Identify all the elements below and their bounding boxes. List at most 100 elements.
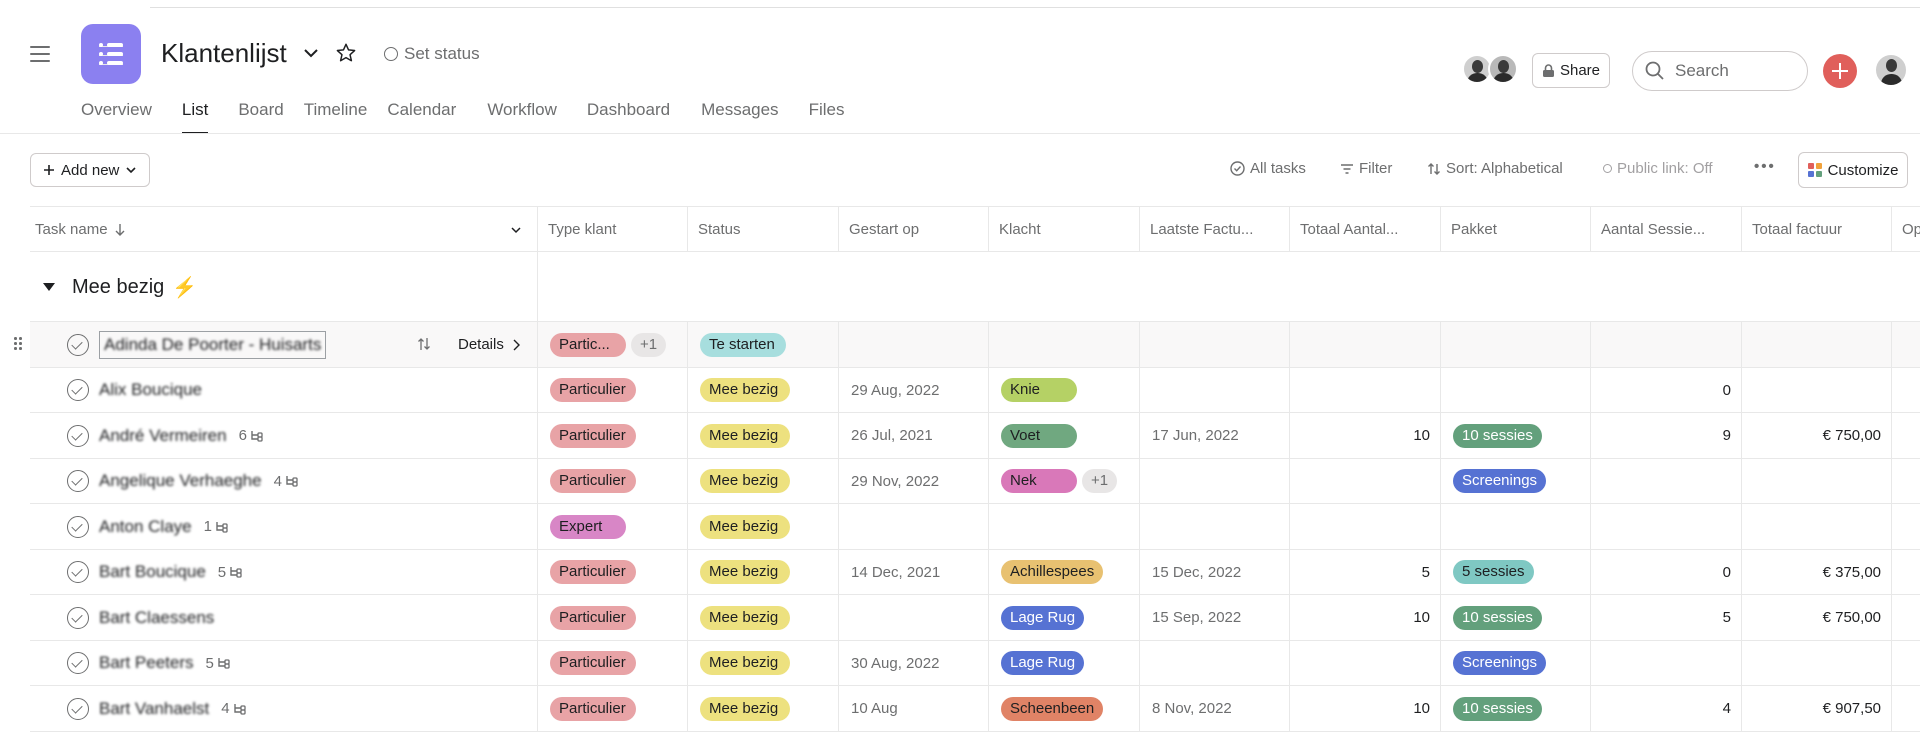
cell-klacht[interactable]: Lage Rug xyxy=(989,640,1140,686)
tab-workflow[interactable]: Workflow xyxy=(487,100,557,134)
complete-task-checkbox[interactable] xyxy=(67,561,89,583)
cell-total-invoice[interactable] xyxy=(1742,367,1892,413)
subtask-count[interactable]: 4 xyxy=(221,700,246,717)
task-name[interactable]: André Vermeiren xyxy=(99,426,227,446)
column-header-pakket[interactable]: Pakket xyxy=(1441,207,1591,252)
task-name-cell[interactable]: Adinda De Poorter - Huisarts Details xyxy=(14,322,538,367)
cell-last-invoice[interactable]: 17 Jun, 2022 xyxy=(1140,413,1290,458)
column-header-op[interactable]: Op xyxy=(1892,207,1920,252)
complete-task-checkbox[interactable] xyxy=(67,606,89,629)
cell-status[interactable]: Mee bezig xyxy=(688,458,839,504)
subtask-count[interactable]: 5 xyxy=(218,564,243,581)
cell-started[interactable] xyxy=(839,595,989,640)
create-button[interactable] xyxy=(1823,54,1857,88)
cell-pakket[interactable]: 5 sessies xyxy=(1441,549,1591,595)
complete-task-checkbox[interactable] xyxy=(67,697,89,720)
cell-klacht[interactable]: Achillespees xyxy=(989,549,1140,595)
task-name[interactable]: Alix Boucique xyxy=(99,380,202,400)
cell-sessions[interactable]: 9 xyxy=(1591,413,1742,458)
details-button[interactable]: Details xyxy=(458,336,520,353)
chevron-down-icon[interactable] xyxy=(302,44,320,62)
cell-started[interactable]: 29 Aug, 2022 xyxy=(839,367,989,413)
table-row[interactable]: Alix Boucique Particulier Mee bezig 29 Aug,… xyxy=(30,367,1920,413)
cell-sessions[interactable]: 0 xyxy=(1591,367,1742,413)
section-title[interactable]: Mee bezig xyxy=(72,276,164,299)
cell-pakket[interactable]: 10 sessies xyxy=(1441,595,1591,640)
task-name[interactable]: Bart Claessens xyxy=(99,608,214,628)
cell-total-count[interactable]: 10 xyxy=(1290,595,1441,640)
task-name-cell[interactable]: Anton Claye 1 xyxy=(30,504,538,549)
cell-total-count[interactable] xyxy=(1290,367,1441,413)
column-header-totaal-factuur[interactable]: Totaal factuur xyxy=(1742,207,1892,252)
table-row[interactable]: André Vermeiren 6 Particulier Mee bezig 26 J… xyxy=(30,413,1920,459)
cell-type[interactable]: Expert xyxy=(538,504,688,549)
cell-op[interactable] xyxy=(1892,641,1920,686)
cell-klacht[interactable] xyxy=(989,322,1140,367)
cell-pakket[interactable] xyxy=(1441,322,1591,367)
cell-op[interactable] xyxy=(1892,504,1920,549)
cell-started[interactable]: 29 Nov, 2022 xyxy=(839,458,989,504)
cell-started[interactable]: 26 Jul, 2021 xyxy=(839,413,989,458)
column-header-type-klant[interactable]: Type klant xyxy=(538,207,688,252)
cell-sessions[interactable] xyxy=(1591,458,1742,504)
cell-total-count[interactable] xyxy=(1290,640,1441,686)
cell-status[interactable]: Mee bezig xyxy=(688,413,839,458)
task-name[interactable]: Bart Peeters xyxy=(99,653,194,673)
cell-status[interactable]: Mee bezig xyxy=(688,504,839,549)
cell-total-invoice[interactable] xyxy=(1742,504,1892,549)
column-header-laatste-factuur[interactable]: Laatste Factu... xyxy=(1140,207,1290,252)
task-name-cell[interactable]: Bart Boucique 5 xyxy=(30,549,538,595)
cell-sessions[interactable] xyxy=(1591,640,1742,686)
cell-status[interactable]: Mee bezig xyxy=(688,686,839,731)
cell-op[interactable] xyxy=(1892,550,1920,595)
task-name-cell[interactable]: Bart Peeters 5 xyxy=(30,640,538,686)
cell-type[interactable]: Particulier xyxy=(538,595,688,640)
complete-task-checkbox[interactable] xyxy=(67,424,89,447)
subtask-count[interactable]: 4 xyxy=(274,473,299,490)
subtask-count[interactable]: 6 xyxy=(239,427,264,444)
cell-pakket[interactable]: Screenings xyxy=(1441,640,1591,686)
complete-task-checkbox[interactable] xyxy=(67,652,89,674)
table-row[interactable]: Bart Boucique 5 Particulier Mee bezig 14 Dec… xyxy=(30,549,1920,595)
cell-klacht[interactable]: Knie xyxy=(989,367,1140,413)
cell-type[interactable]: Particulier xyxy=(538,549,688,595)
tab-calendar[interactable]: Calendar xyxy=(387,100,456,134)
cell-total-count[interactable]: 10 xyxy=(1290,686,1441,731)
cell-started[interactable]: 14 Dec, 2021 xyxy=(839,549,989,595)
cell-status[interactable]: Te starten xyxy=(688,322,839,367)
more-options-icon[interactable]: ••• xyxy=(1754,158,1776,175)
share-button[interactable]: Share xyxy=(1532,53,1610,88)
cell-op[interactable] xyxy=(1892,459,1920,504)
task-name-cell[interactable]: André Vermeiren 6 xyxy=(30,413,538,458)
table-row[interactable]: Bart Vanhaelst 4 Particulier Mee bezig 10 Au… xyxy=(30,686,1920,732)
all-tasks-filter[interactable]: All tasks xyxy=(1230,160,1306,177)
column-header-totaal-aantal[interactable]: Totaal Aantal... xyxy=(1290,207,1441,252)
cell-op[interactable] xyxy=(1892,368,1920,413)
cell-pakket[interactable] xyxy=(1441,367,1591,413)
cell-started[interactable] xyxy=(839,504,989,549)
table-row[interactable]: Angelique Verhaeghe 4 Particulier Mee bezig… xyxy=(30,458,1920,504)
cell-klacht[interactable]: Nek +1 xyxy=(989,458,1140,504)
cell-total-invoice[interactable] xyxy=(1742,640,1892,686)
search-input[interactable] xyxy=(1675,61,1795,81)
chevron-down-icon[interactable] xyxy=(510,224,522,236)
tab-list[interactable]: List xyxy=(181,100,209,134)
table-row[interactable]: Anton Claye 1 Expert Mee bezig xyxy=(30,504,1920,550)
tab-files[interactable]: Files xyxy=(809,100,845,134)
task-name-cell[interactable]: Alix Boucique xyxy=(30,367,538,413)
cell-started[interactable]: 30 Aug, 2022 xyxy=(839,640,989,686)
complete-task-checkbox[interactable] xyxy=(67,470,89,492)
star-icon[interactable] xyxy=(335,42,357,64)
subtask-count[interactable]: 1 xyxy=(204,518,229,535)
tab-dashboard[interactable]: Dashboard xyxy=(587,100,670,134)
cell-op[interactable] xyxy=(1892,322,1920,367)
cell-last-invoice[interactable]: 8 Nov, 2022 xyxy=(1140,686,1290,731)
task-name[interactable]: Anton Claye xyxy=(99,517,192,537)
cell-total-invoice[interactable] xyxy=(1742,458,1892,504)
cell-klacht[interactable]: Scheenbeen xyxy=(989,686,1140,731)
cell-last-invoice[interactable] xyxy=(1140,322,1290,367)
column-header-gestart-op[interactable]: Gestart op xyxy=(839,207,989,252)
member-avatar[interactable] xyxy=(1488,54,1518,84)
cell-status[interactable]: Mee bezig xyxy=(688,595,839,640)
cell-pakket[interactable]: 10 sessies xyxy=(1441,413,1591,458)
